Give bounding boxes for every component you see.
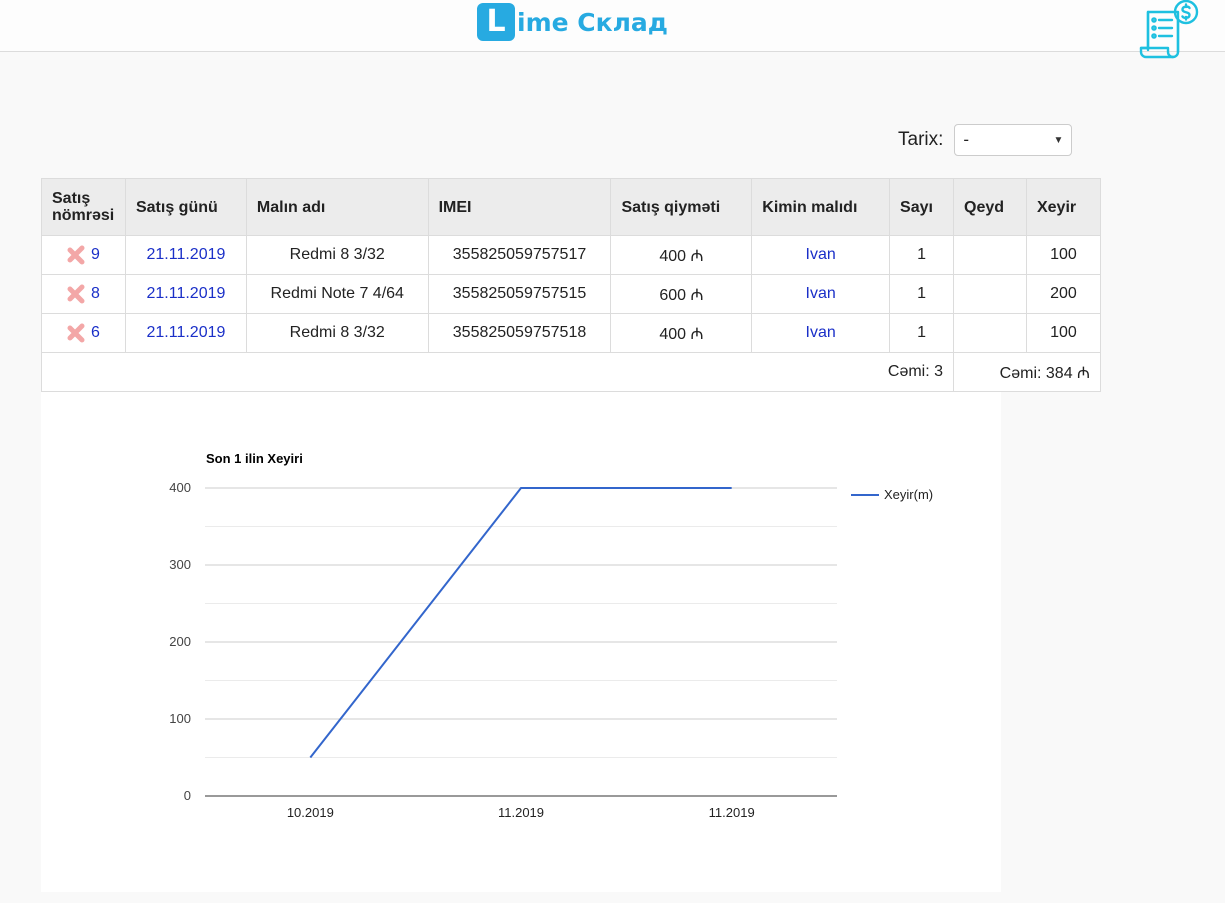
sale-number-link[interactable]: 6 [91, 324, 100, 341]
column-header: Satış günü [124, 178, 247, 236]
column-header: Sayı [889, 178, 955, 236]
profit-chart-panel: Son 1 ilin Xeyiri 0 100 200 300 400 10.2019 11… [41, 392, 1001, 892]
product-name-cell: Redmi 8 3/32 [245, 235, 429, 275]
table-total-row: Cəmi: 3 Cəmi: 384 ₼ [40, 352, 1101, 392]
price-cell: 400 ₼ [610, 235, 753, 275]
profit-chart: 0 100 200 300 400 10.2019 11.2019 11.2019 Xeyir(… [169, 480, 933, 820]
product-name-cell: Redmi 8 3/32 [245, 313, 429, 353]
sales-table: Satış nömrəsi Satış günü Malın adı IMEI … [40, 178, 1102, 392]
top-bar: L ime Склад [0, 0, 1225, 59]
y-tick-label: 300 [169, 557, 191, 572]
count-cell: 1 [889, 274, 955, 314]
owner-cell: Ivan [751, 274, 891, 314]
date-select-value: - [963, 130, 970, 149]
date-filter: Tarix: - ▼ [898, 124, 1073, 156]
note-cell [953, 313, 1027, 353]
series-line [309, 487, 732, 759]
table-row: 6 21.11.2019 Redmi 8 3/32 35582505975751… [41, 313, 1102, 353]
price-cell: 600 ₼ [610, 274, 753, 314]
note-cell [953, 274, 1027, 314]
y-tick-label: 400 [169, 480, 191, 495]
sale-date-link[interactable]: 21.11.2019 [147, 285, 226, 302]
table-header-row: Satış nömrəsi Satış günü Malın adı IMEI … [41, 178, 1102, 236]
sale-number-link[interactable]: 8 [91, 285, 100, 302]
logo-letter: L [477, 3, 515, 41]
y-tick-label: 100 [169, 711, 191, 726]
column-header: Qeyd [953, 178, 1027, 236]
column-header: Xeyir [1025, 178, 1102, 236]
column-header: Kimin malıdı [751, 178, 891, 236]
total-profit-cell: Cəmi: 384 ₼ [953, 352, 1101, 392]
note-cell [953, 235, 1027, 275]
delete-icon[interactable] [67, 245, 87, 265]
imei-cell: 355825059757515 [427, 274, 612, 314]
sale-number-cell: 6 [41, 313, 126, 353]
owner-link[interactable]: Ivan [806, 285, 836, 302]
delete-icon[interactable] [67, 284, 87, 304]
x-tick-label: 11.2019 [709, 805, 755, 820]
product-name-cell: Redmi Note 7 4/64 [245, 274, 429, 314]
count-cell: 1 [889, 235, 955, 275]
column-header: Satış qiyməti [610, 178, 753, 236]
table-row: 9 21.11.2019 Redmi 8 3/32 35582505975751… [41, 235, 1102, 275]
sale-date-link[interactable]: 21.11.2019 [147, 246, 226, 263]
chevron-down-icon: ▼ [1053, 134, 1064, 146]
profit-cell: 100 [1025, 235, 1102, 275]
sale-date-cell: 21.11.2019 [124, 235, 247, 275]
sale-date-cell: 21.11.2019 [124, 274, 247, 314]
sale-number-cell: 9 [41, 235, 126, 275]
column-header: Malın adı [245, 178, 429, 236]
profit-cell: 100 [1025, 313, 1102, 353]
imei-cell: 355825059757517 [427, 235, 612, 275]
profit-cell: 200 [1025, 274, 1102, 314]
x-tick-label: 11.2019 [498, 805, 544, 820]
imei-cell: 355825059757518 [427, 313, 612, 353]
owner-link[interactable]: Ivan [806, 246, 836, 263]
owner-cell: Ivan [751, 313, 891, 353]
price-cell: 400 ₼ [610, 313, 753, 353]
sale-date-link[interactable]: 21.11.2019 [147, 324, 226, 341]
legend-label: Xeyir(m) [884, 487, 933, 502]
owner-link[interactable]: Ivan [806, 324, 836, 341]
total-count-cell: Cəmi: 3 [40, 352, 955, 392]
date-filter-label: Tarix: [898, 129, 944, 150]
table-row: 8 21.11.2019 Redmi Note 7 4/64 355825059… [41, 274, 1102, 314]
sale-number-link[interactable]: 9 [91, 246, 100, 263]
owner-cell: Ivan [751, 235, 891, 275]
sale-date-cell: 21.11.2019 [124, 313, 247, 353]
y-tick-label: 0 [184, 788, 191, 803]
sale-number-cell: 8 [41, 274, 126, 314]
delete-icon[interactable] [67, 323, 87, 343]
logo[interactable]: L ime Склад [477, 3, 668, 41]
receipt-dollar-icon[interactable] [1138, 0, 1202, 60]
logo-text: ime Склад [517, 7, 668, 37]
date-select[interactable]: - ▼ [954, 124, 1073, 156]
y-tick-label: 200 [169, 634, 191, 649]
x-tick-label: 10.2019 [287, 805, 334, 820]
column-header: Satış nömrəsi [41, 178, 126, 236]
column-header: IMEI [427, 178, 612, 236]
count-cell: 1 [889, 313, 955, 353]
